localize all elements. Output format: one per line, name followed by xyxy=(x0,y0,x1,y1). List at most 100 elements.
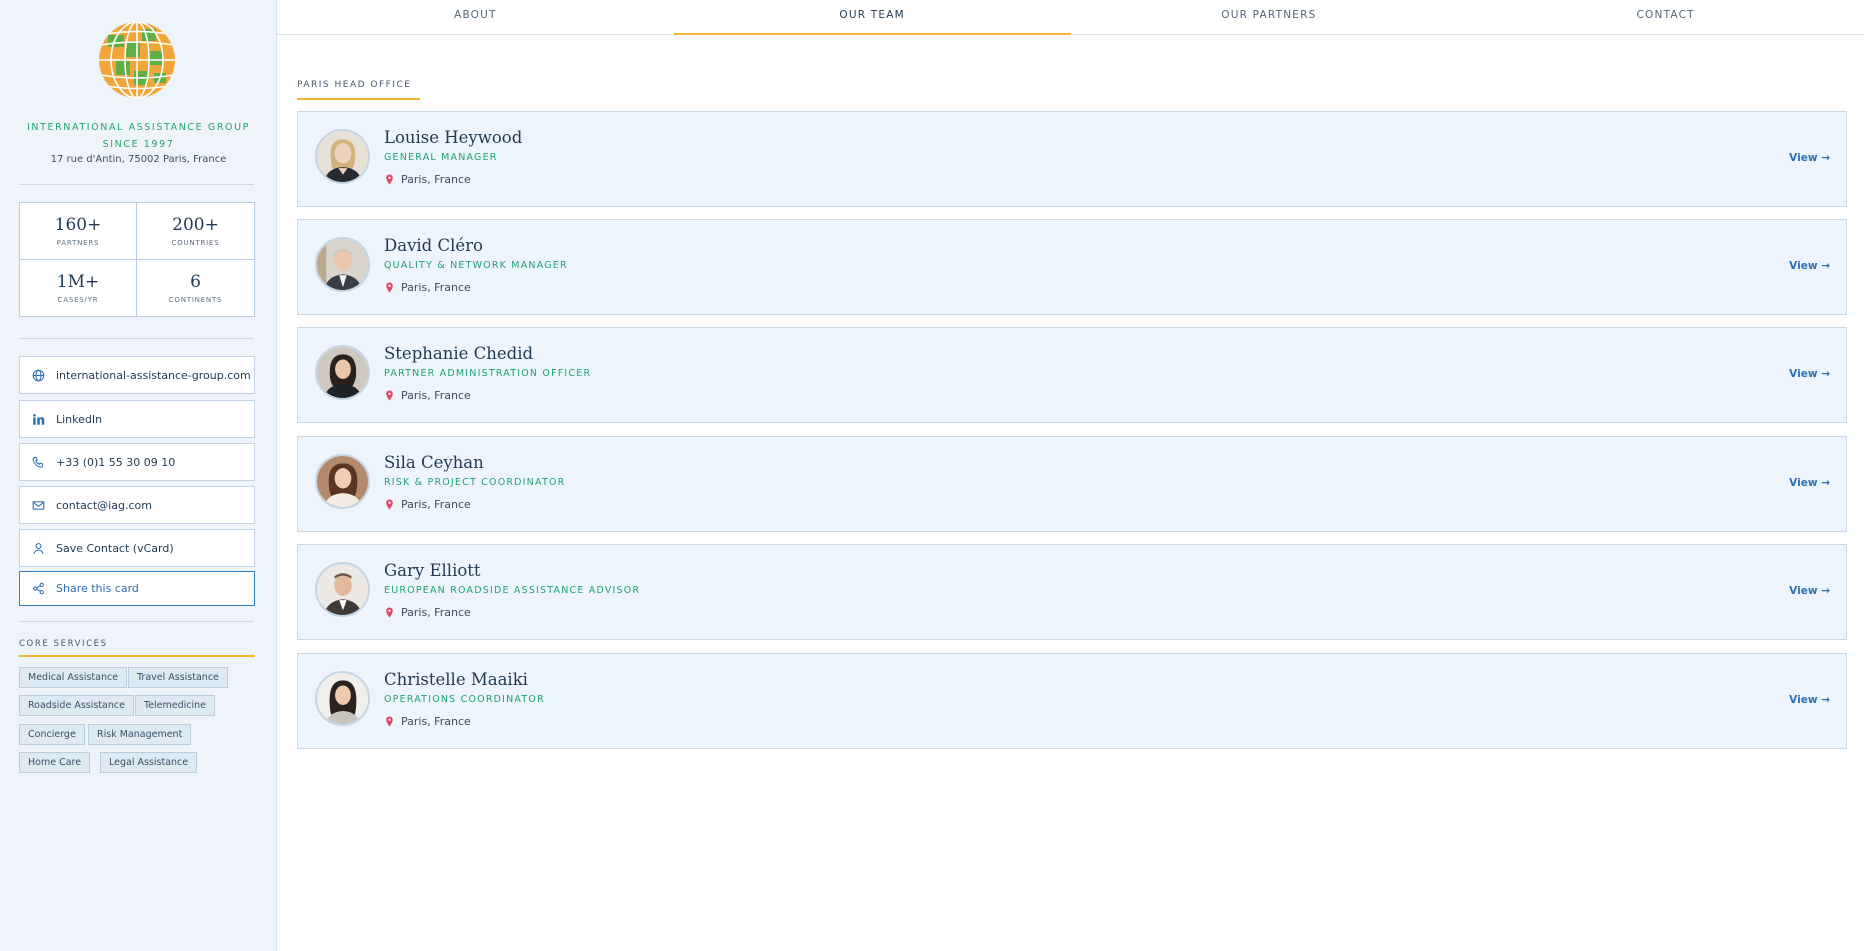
member-name: Louise Heywood xyxy=(384,128,523,147)
service-tag: Travel Assistance xyxy=(128,667,228,688)
divider xyxy=(19,184,254,185)
avatar xyxy=(315,454,370,509)
member-location: Paris, France xyxy=(384,173,471,186)
map-pin-icon xyxy=(386,390,393,401)
member-location-text: Paris, France xyxy=(401,498,471,511)
linkedin-link[interactable]: LinkedIn xyxy=(19,400,255,438)
view-member-link[interactable]: View → xyxy=(1789,260,1830,272)
save-contact-label: Save Contact (vCard) xyxy=(56,541,174,555)
member-name: Christelle Maaiki xyxy=(384,670,528,689)
service-tag: Concierge xyxy=(19,724,85,745)
mail-icon xyxy=(32,500,45,510)
service-tag: Legal Assistance xyxy=(100,752,198,773)
service-tag: Telemedicine xyxy=(135,695,216,716)
org-since: SINCE 1997 xyxy=(102,139,175,150)
stats-grid: 160+ PARTNERS 200+ COUNTRIES 1M+ CASES/Y… xyxy=(19,202,255,317)
stat-label: CASES/YR xyxy=(57,295,99,304)
core-services-title: CORE SERVICES xyxy=(19,639,108,649)
tab-contact[interactable]: CONTACT xyxy=(1467,0,1864,34)
avatar xyxy=(315,345,370,400)
view-member-link[interactable]: View → xyxy=(1789,368,1830,380)
globe-icon xyxy=(32,369,45,381)
member-name: David Cléro xyxy=(384,236,483,255)
view-member-link[interactable]: View → xyxy=(1789,585,1830,597)
section-underline xyxy=(19,655,255,657)
map-pin-icon xyxy=(386,282,393,293)
avatar xyxy=(315,562,370,617)
stat-value: 1M+ xyxy=(56,271,100,292)
tab-about[interactable]: ABOUT xyxy=(277,0,674,34)
top-nav: ABOUT OUR TEAM OUR PARTNERS CONTACT xyxy=(277,0,1864,35)
org-address: 17 rue d'Antin, 75002 Paris, France xyxy=(50,154,227,165)
avatar xyxy=(315,671,370,726)
service-tag: Risk Management xyxy=(88,724,192,745)
person-photo-icon xyxy=(317,347,368,398)
office-title: PARIS HEAD OFFICE xyxy=(297,80,412,90)
user-icon xyxy=(33,542,44,554)
member-name: Sila Ceyhan xyxy=(384,453,484,472)
stat-value: 6 xyxy=(190,271,201,292)
member-location-text: Paris, France xyxy=(401,715,471,728)
website-link-label: international-assistance-group.com xyxy=(56,368,251,382)
share-icon xyxy=(33,582,44,595)
team-member-card[interactable]: Stephanie Chedid PARTNER ADMINISTRATION … xyxy=(297,327,1847,423)
map-pin-icon xyxy=(386,607,393,618)
stat-cases: 1M+ CASES/YR xyxy=(20,259,137,316)
avatar xyxy=(315,237,370,292)
team-member-card[interactable]: Louise Heywood GENERAL MANAGER Paris, Fr… xyxy=(297,111,1847,207)
service-tag: Medical Assistance xyxy=(19,667,128,688)
email-link[interactable]: contact@iag.com xyxy=(19,486,255,524)
member-location: Paris, France xyxy=(384,606,471,619)
share-card-button[interactable]: Share this card xyxy=(19,571,255,606)
service-tag: Home Care xyxy=(19,752,91,773)
member-location-text: Paris, France xyxy=(401,281,471,294)
stat-label: PARTNERS xyxy=(56,238,100,247)
map-pin-icon xyxy=(386,499,393,510)
member-role: GENERAL MANAGER xyxy=(384,152,498,163)
team-member-card[interactable]: Sila Ceyhan RISK & PROJECT COORDINATOR P… xyxy=(297,436,1847,532)
office-title-underline xyxy=(297,98,420,100)
org-name: INTERNATIONAL ASSISTANCE GROUP xyxy=(26,122,251,133)
member-location-text: Paris, France xyxy=(401,173,471,186)
share-card-label: Share this card xyxy=(56,582,139,595)
team-member-card[interactable]: Gary Elliott EUROPEAN ROADSIDE ASSISTANC… xyxy=(297,544,1847,640)
stat-label: CONTINENTS xyxy=(168,295,223,304)
avatar xyxy=(315,129,370,184)
view-member-link[interactable]: View → xyxy=(1789,694,1830,706)
stat-label: COUNTRIES xyxy=(171,238,220,247)
stat-value: 160+ xyxy=(54,214,102,235)
member-role: QUALITY & NETWORK MANAGER xyxy=(384,260,568,271)
member-role: PARTNER ADMINISTRATION OFFICER xyxy=(384,368,592,379)
member-role: RISK & PROJECT COORDINATOR xyxy=(384,477,566,488)
team-member-card[interactable]: Christelle Maaiki OPERATIONS COORDINATOR… xyxy=(297,653,1847,749)
website-link[interactable]: international-assistance-group.com xyxy=(19,356,255,394)
stat-partners: 160+ PARTNERS xyxy=(20,203,137,260)
sidebar: INTERNATIONAL ASSISTANCE GROUP SINCE 199… xyxy=(0,0,277,951)
map-pin-icon xyxy=(386,716,393,727)
member-location: Paris, France xyxy=(384,715,471,728)
member-role: OPERATIONS COORDINATOR xyxy=(384,694,545,705)
tab-our-partners[interactable]: OUR PARTNERS xyxy=(1071,0,1468,34)
map-pin-icon xyxy=(386,174,393,185)
member-location-text: Paris, France xyxy=(401,389,471,402)
person-photo-icon xyxy=(317,131,368,182)
member-role: EUROPEAN ROADSIDE ASSISTANCE ADVISOR xyxy=(384,585,641,596)
member-location: Paris, France xyxy=(384,498,471,511)
linkedin-link-label: LinkedIn xyxy=(56,412,103,426)
stat-value: 200+ xyxy=(172,214,219,235)
member-name: Gary Elliott xyxy=(384,561,481,580)
phone-link-label: +33 (0)1 55 30 09 10 xyxy=(56,455,176,469)
team-member-card[interactable]: David Cléro QUALITY & NETWORK MANAGER Pa… xyxy=(297,219,1847,315)
member-location-text: Paris, France xyxy=(401,606,471,619)
stat-continents: 6 CONTINENTS xyxy=(137,260,254,317)
stat-countries: 200+ COUNTRIES xyxy=(137,203,254,260)
person-photo-icon xyxy=(317,673,368,724)
view-member-link[interactable]: View → xyxy=(1789,477,1830,489)
divider xyxy=(19,338,254,339)
service-tag: Roadside Assistance xyxy=(19,695,134,716)
phone-link[interactable]: +33 (0)1 55 30 09 10 xyxy=(19,443,255,481)
save-contact-button[interactable]: Save Contact (vCard) xyxy=(19,529,255,567)
email-link-label: contact@iag.com xyxy=(56,498,152,512)
view-member-link[interactable]: View → xyxy=(1789,152,1830,164)
tab-our-team[interactable]: OUR TEAM xyxy=(673,0,1071,35)
